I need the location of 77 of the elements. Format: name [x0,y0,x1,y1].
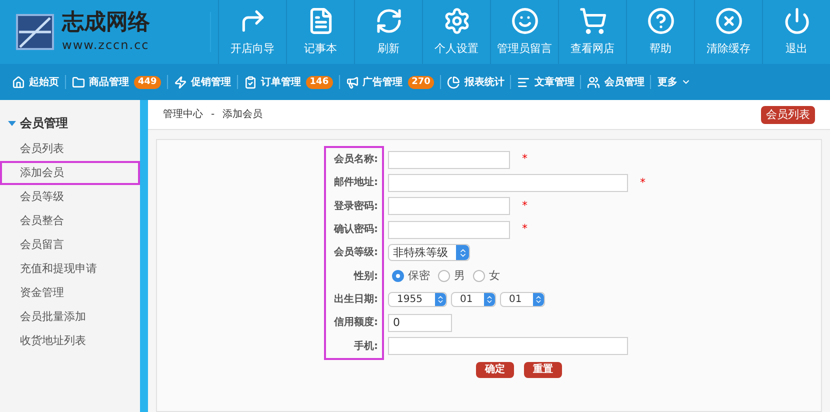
cart-icon [578,6,606,35]
select-arrows-icon [436,294,445,304]
expand-triangle-icon [8,120,16,126]
gender-radio[interactable]: 男 [438,268,469,284]
clipboard-icon [244,76,257,88]
close-circle-icon [714,6,742,35]
required-mark: * [640,174,646,191]
nav-link[interactable]: 更多 [657,74,692,90]
select-arrows-icon [458,248,468,258]
logo-title: 志成网络 [62,10,150,36]
input-field[interactable] [388,337,628,356]
gender-radio[interactable]: 女 [473,268,504,284]
input-field[interactable] [388,150,510,169]
nav-link[interactable]: 商品管理 [72,74,129,90]
field-label: 会员等级: [334,246,378,260]
input-field[interactable] [388,197,510,216]
lines-icon [517,76,530,88]
sidebar-item[interactable]: 会员等级 [0,185,140,209]
folder-icon [72,76,85,88]
sidebar-item[interactable]: 会员留言 [0,233,140,257]
megaphone-icon [346,76,359,88]
pie-chart-icon [447,76,460,88]
nav-link[interactable]: 广告管理 [346,74,403,90]
nav-link[interactable]: 报表统计 [447,74,504,90]
power-icon [782,6,810,35]
select-arrows-icon [485,294,494,304]
field-label: 信用额度: [334,315,378,330]
form-button[interactable]: 重置 [524,362,562,378]
nav-link[interactable]: 文章管理 [517,74,574,90]
input-field[interactable] [388,174,628,192]
settings-icon [442,6,470,35]
sidebar-item[interactable]: 资金管理 [0,281,140,305]
input-field[interactable] [388,220,510,239]
select-arrows-icon [534,294,543,304]
date-select[interactable]: 01 [500,292,545,307]
nav-link[interactable]: 订单管理 [244,74,301,90]
sidebar-heading: 会员管理 [20,115,68,132]
count-badge: 270 [408,76,434,88]
count-badge: 146 [306,76,333,88]
sidebar-item[interactable]: 会员批量添加 [0,305,140,329]
sidebar-item[interactable]: 充值和提现申请 [0,257,140,281]
home-icon [12,76,25,88]
count-badge: 449 [134,76,161,88]
field-label: 出生日期: [334,292,378,307]
help-icon [646,6,674,35]
nav-link[interactable]: 会员管理 [587,74,644,90]
sidebar-item[interactable]: 添加会员 [0,161,140,185]
field-label: 登录密码: [334,200,378,214]
lightning-icon [174,76,187,88]
logo-url: www.zccn.cc [62,37,150,54]
form-button[interactable]: 确定 [476,362,514,378]
refresh-icon [374,6,402,35]
nav-link[interactable]: 促销管理 [174,74,231,90]
date-select[interactable]: 01 [451,292,496,307]
field-label: 手机: [354,340,378,354]
level-select[interactable]: 非特殊等级 [388,244,470,262]
sidebar-item[interactable]: 会员列表 [0,137,140,161]
required-mark: * [522,198,528,214]
smiley-icon [510,6,538,35]
field-label: 会员名称: [334,152,378,168]
nav-link[interactable]: 起始页 [12,74,59,90]
date-select[interactable]: 1955 [388,292,447,307]
member-list-button[interactable]: 会员列表 [761,106,815,124]
sidebar-item[interactable]: 收货地址列表 [0,329,140,353]
sidebar-item[interactable]: 会员整合 [0,209,140,233]
breadcrumb-item: - [211,108,215,122]
input-field[interactable]: 0 [388,314,452,332]
required-mark: * [522,151,528,168]
required-mark: * [522,221,528,238]
breadcrumb-item[interactable]: 管理中心 [163,107,203,122]
breadcrumb-item: 添加会员 [222,108,263,122]
field-label: 性别: [354,270,378,284]
field-label: 确认密码: [334,222,378,238]
users-icon [587,76,600,88]
gender-radio[interactable]: 保密 [392,268,434,284]
field-label: 邮件地址: [334,176,378,190]
logo-icon [16,14,54,50]
